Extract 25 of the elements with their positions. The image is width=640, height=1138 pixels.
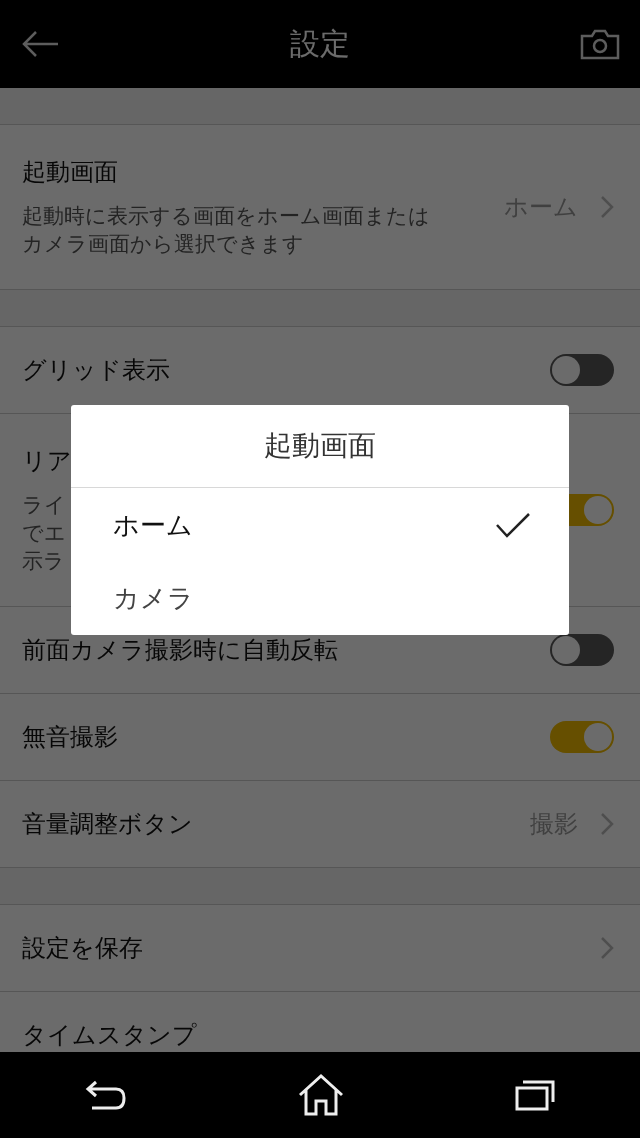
setting-description: ライ でエ 示ラ xyxy=(22,492,66,575)
setting-title: 無音撮影 xyxy=(22,722,118,753)
setting-title: 設定を保存 xyxy=(22,933,143,964)
settings-row[interactable]: 無音撮影 xyxy=(0,694,640,781)
setting-title: リア xyxy=(22,446,72,477)
home-button[interactable] xyxy=(297,1073,345,1117)
setting-title: 起動画面 xyxy=(22,157,118,188)
check-icon xyxy=(495,511,531,539)
setting-description: 起動時に表示する画面をホーム画面または カメラ画面から選択できます xyxy=(22,203,430,258)
recent-apps-button[interactable] xyxy=(513,1078,556,1112)
setting-title: 前面カメラ撮影時に自動反転 xyxy=(22,635,338,666)
toggle-switch[interactable] xyxy=(550,634,614,666)
setting-title: 音量調整ボタン xyxy=(22,809,193,840)
setting-title: グリッド表示 xyxy=(22,355,170,386)
dialog-title: 起動画面 xyxy=(71,405,569,488)
chevron-icon xyxy=(600,812,614,836)
setting-title: タイムスタンプ xyxy=(22,1020,197,1051)
toggle-switch[interactable] xyxy=(550,721,614,753)
screen-title: 設定 xyxy=(290,24,350,63)
dialog-option[interactable]: ホーム xyxy=(71,488,569,562)
settings-row[interactable]: 設定を保存 xyxy=(0,905,640,992)
toggle-switch[interactable] xyxy=(550,354,614,386)
chevron-icon xyxy=(600,195,614,219)
camera-button[interactable] xyxy=(580,28,620,60)
chevron-icon xyxy=(600,936,614,960)
